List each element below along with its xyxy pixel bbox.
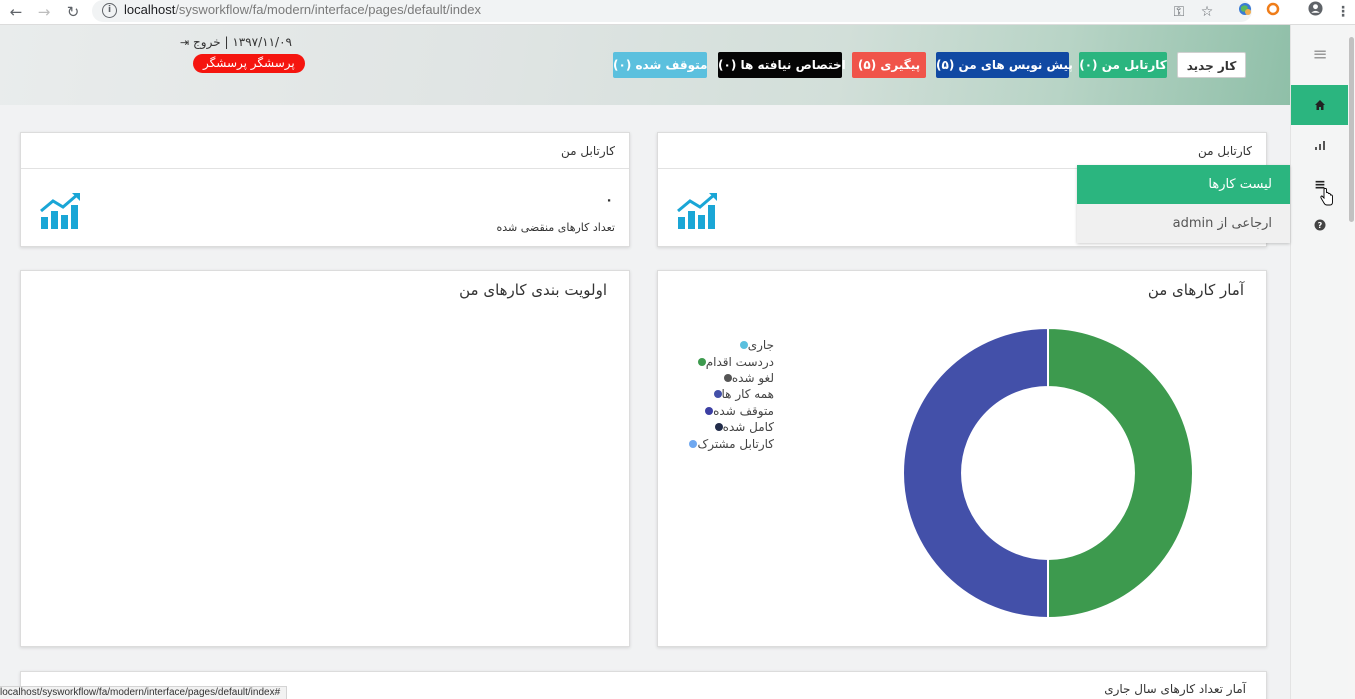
forward-icon[interactable]: →: [33, 1, 55, 23]
legend-item[interactable]: لغو شده: [678, 370, 774, 386]
browser-menu-icon[interactable]: ⋮: [1332, 1, 1354, 23]
legend-dot: [705, 406, 714, 415]
home-icon[interactable]: [1291, 85, 1349, 125]
drafts-button[interactable]: پیش نویس های من (۵): [936, 52, 1073, 78]
date-logout-text[interactable]: ۱۳۹۷/۱۱/۰۹ | خروج: [193, 35, 292, 49]
donut-segment-1[interactable]: [902, 326, 1049, 620]
site-info-icon[interactable]: i: [102, 3, 117, 18]
trend-chart-icon: [676, 191, 720, 235]
back-icon[interactable]: ←: [5, 1, 27, 23]
legend-item[interactable]: کارتابل مشترک: [678, 435, 774, 451]
yearly-title: آمار تعداد کارهای سال جاری: [1104, 682, 1246, 696]
stats-title: آمار کارهای من: [1147, 281, 1244, 299]
legend-item[interactable]: جاری: [678, 337, 774, 353]
chart-icon[interactable]: [1291, 125, 1349, 165]
my-tasks-stats-card: آمار کارهای من جاری دردست اقدام لغو شده همه…: [657, 270, 1267, 647]
key-icon[interactable]: ⚿: [1168, 1, 1190, 23]
help-icon[interactable]: ?: [1291, 205, 1349, 245]
legend-dot: [689, 439, 698, 448]
reload-icon[interactable]: ↻: [62, 1, 84, 23]
legend-label: همه کار ها: [721, 387, 774, 402]
priority-title: اولویت بندی کارهای من: [459, 281, 607, 299]
legend-label: متوقف شده: [713, 403, 774, 418]
browser-toolbar: ← → ↻ i localhost/sysworkflow/fa/modern/…: [0, 0, 1355, 25]
task-dropdown-menu: لیست کارها ارجاعی از admin: [1077, 165, 1290, 243]
inbox-card-left: کارتابل من ۰ تعداد کارهای منقضی شده: [20, 132, 630, 247]
followup-button[interactable]: پیگیری (۵): [852, 52, 926, 78]
legend-label: کارتابل مشترک: [697, 436, 774, 451]
donut-segment-0[interactable]: [1047, 326, 1194, 620]
donut-legend: جاری دردست اقدام لغو شده همه کار ها متوقف شد…: [678, 337, 774, 452]
scrollbar-thumb[interactable]: [1349, 37, 1354, 222]
hamburger-icon[interactable]: ≡: [1291, 35, 1349, 75]
legend-item[interactable]: کامل شده: [678, 419, 774, 435]
card-title: کارتابل من: [21, 133, 629, 169]
legend-dot: [714, 423, 723, 432]
legend-label: جاری: [747, 338, 774, 353]
new-task-button[interactable]: کار جدید: [1177, 52, 1246, 78]
address-bar[interactable]: i localhost/sysworkflow/fa/modern/interf…: [92, 0, 1252, 22]
profile-icon[interactable]: [1304, 1, 1326, 23]
extension-ring-icon[interactable]: [1262, 1, 1284, 23]
legend-label: دردست اقدام: [705, 354, 774, 369]
svg-text:?: ?: [1318, 221, 1323, 230]
address-url[interactable]: localhost/sysworkflow/fa/modern/interfac…: [124, 2, 481, 17]
user-badge[interactable]: پرسشگر پرسشگر: [193, 54, 305, 73]
expired-label: تعداد کارهای منقضی شده: [496, 221, 616, 234]
legend-dot: [739, 341, 748, 350]
bookmark-star-icon[interactable]: ☆: [1196, 1, 1218, 23]
trend-chart-icon: [39, 191, 83, 235]
logout-icon[interactable]: ⇥: [180, 36, 189, 49]
legend-item[interactable]: همه کار ها: [678, 386, 774, 402]
legend-dot: [723, 373, 732, 382]
browser-status-bar: localhost/sysworkflow/fa/modern/interfac…: [0, 686, 288, 699]
legend-label: کامل شده: [722, 420, 774, 435]
legend-label: لغو شده: [731, 370, 774, 385]
legend-dot: [713, 390, 722, 399]
date-logout[interactable]: ۱۳۹۷/۱۱/۰۹ | خروج ⇥: [180, 35, 292, 49]
legend-item[interactable]: متوقف شده: [678, 403, 774, 419]
my-tasks-priority-card: اولویت بندی کارهای من: [20, 270, 630, 647]
legend-dot: [697, 357, 706, 366]
page-scrollbar[interactable]: [1348, 25, 1355, 699]
status-donut-chart: [902, 326, 1194, 620]
menu-item-referred-from[interactable]: ارجاعی از admin: [1077, 204, 1290, 243]
hand-cursor-icon: [1320, 187, 1334, 210]
inbox-button[interactable]: کارتابل من (۰): [1079, 52, 1167, 78]
legend-item[interactable]: دردست اقدام: [678, 353, 774, 369]
paused-button[interactable]: متوقف شده (۰): [613, 52, 707, 78]
card-title: کارتابل من: [658, 133, 1266, 169]
extension-globe-icon[interactable]: [1234, 1, 1256, 23]
right-sidebar: ≡ ≡ ?: [1290, 25, 1349, 699]
expired-count: ۰: [605, 193, 613, 208]
top-banner: ۱۳۹۷/۱۱/۰۹ | خروج ⇥ پرسشگر پرسشگر متوقف …: [0, 25, 1290, 105]
menu-item-task-list[interactable]: لیست کارها: [1077, 165, 1290, 204]
unassigned-button[interactable]: اختصاص نیافته ها (۰): [718, 52, 846, 78]
